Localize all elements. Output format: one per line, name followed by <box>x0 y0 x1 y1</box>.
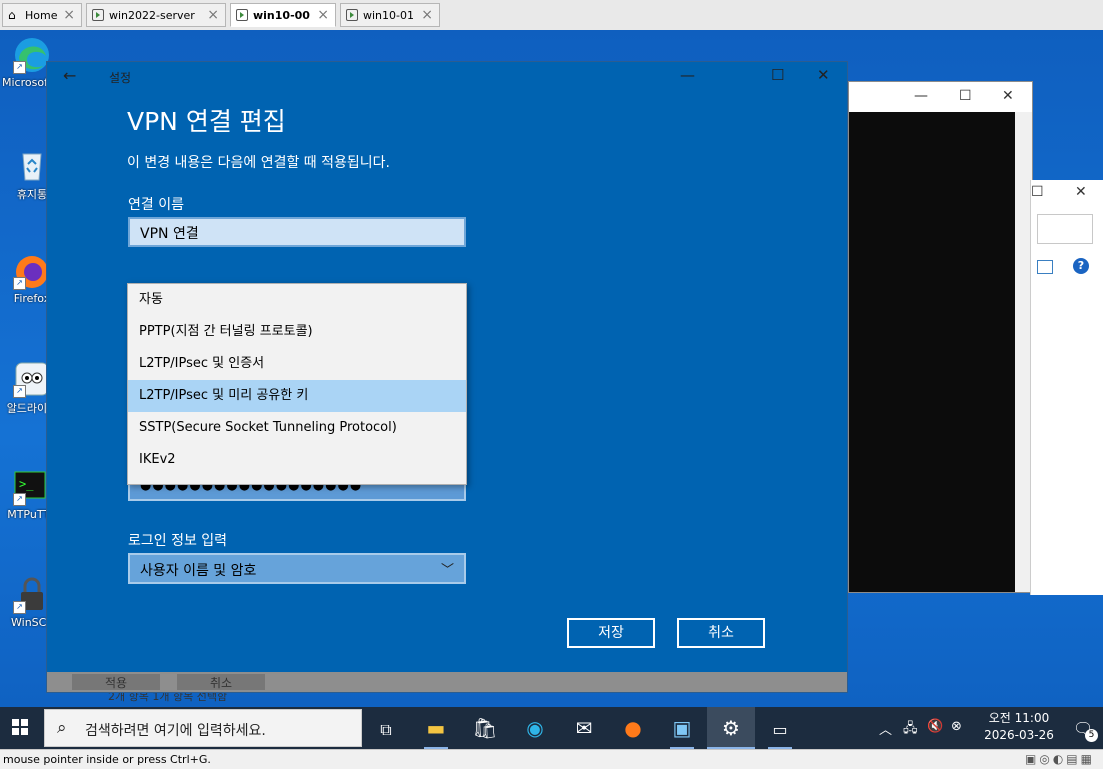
maximize-icon[interactable]: ☐ <box>771 66 784 84</box>
console-output <box>849 112 1015 592</box>
start-button[interactable] <box>12 719 28 735</box>
settings-titlebar: ← 설정 — ☐ ✕ <box>47 62 847 92</box>
signin-info-select[interactable]: 사용자 이름 및 암호 ﹀ <box>128 553 466 584</box>
svg-text:>_: >_ <box>19 477 34 491</box>
taskbar-firefox[interactable]: ● <box>609 707 657 749</box>
taskbar-network-app[interactable]: ▣ <box>658 707 706 749</box>
vm-icon <box>92 9 104 21</box>
close-icon[interactable]: × <box>421 7 433 23</box>
search-icon: ⌕ <box>57 718 67 738</box>
maximize-icon[interactable]: ☐ <box>1031 184 1044 200</box>
taskbar-edge[interactable]: ◉ <box>511 707 559 749</box>
firefox-icon: ● <box>624 716 642 740</box>
mail-icon: ✉ <box>575 716 593 740</box>
background-explorer-window[interactable]: ☐ ✕ ? <box>1030 180 1103 595</box>
close-icon[interactable]: × <box>63 7 75 23</box>
close-icon[interactable]: × <box>207 7 219 23</box>
vm-icon <box>236 9 248 21</box>
status-message: mouse pointer inside or press Ctrl+G. <box>3 753 211 766</box>
folder-icon: ▬ <box>426 716 446 740</box>
task-view-button[interactable]: ⧉ <box>362 707 410 749</box>
taskbar: ⌕ 검색하려면 여기에 입력하세요. ⧉ ▬ 🛍 ◉ ✉ ● ▣ ⚙ ▭ ︿ 🖧… <box>0 707 1103 749</box>
save-button[interactable]: 저장 <box>567 618 655 648</box>
tab-label: win10-00 <box>253 8 310 22</box>
window-title: 설정 <box>109 71 132 85</box>
window-titlebar: — ☐ ✕ <box>849 82 1032 112</box>
close-icon[interactable]: × <box>317 7 329 23</box>
maximize-icon[interactable]: ☐ <box>959 88 972 104</box>
minimize-icon[interactable]: — <box>680 66 695 84</box>
tab-label: win2022-server <box>109 8 195 22</box>
background-console-window[interactable]: — ☐ ✕ <box>848 81 1033 593</box>
connection-name-input[interactable]: VPN 연결 <box>128 217 466 247</box>
search-placeholder: 검색하려면 여기에 입력하세요. <box>85 723 266 739</box>
chevron-up-icon[interactable]: ︿ <box>879 719 892 738</box>
gear-icon: ⚙ <box>722 716 740 740</box>
tab-win2022-server[interactable]: win2022-server × <box>86 3 226 27</box>
edge-icon: ◉ <box>526 716 544 740</box>
network-app-icon: ▣ <box>672 716 692 740</box>
tab-label: win10-01 <box>363 8 414 22</box>
notification-count-badge: 5 <box>1085 729 1098 742</box>
back-arrow-icon[interactable]: ← <box>63 66 76 85</box>
home-icon: ⌂ <box>8 8 16 22</box>
vpn-type-option-l2tp-cert[interactable]: L2TP/IPsec 및 인증서 <box>128 348 466 380</box>
page-subtitle: 이 변경 내용은 다음에 연결할 때 적용됩니다. <box>127 155 390 171</box>
volume-muted-icon[interactable]: 🔇 <box>927 719 943 734</box>
clock-time: 오전 11:00 <box>988 711 1050 725</box>
vpn-type-dropdown-list[interactable]: 자동 PPTP(지점 간 터널링 프로토콜) L2TP/IPsec 및 인증서 … <box>127 283 467 485</box>
vpn-type-option-pptp[interactable]: PPTP(지점 간 터널링 프로토콜) <box>128 316 466 348</box>
clock[interactable]: 오전 11:00 2026-03-26 <box>979 710 1059 744</box>
help-icon[interactable]: ? <box>1073 258 1089 274</box>
status-device-icons[interactable]: ▣◎◐▤▦ <box>1025 752 1095 766</box>
clock-date: 2026-03-26 <box>984 728 1054 742</box>
address-field[interactable] <box>1037 214 1093 244</box>
minimize-icon[interactable]: — <box>914 88 928 104</box>
bg-cancel-button[interactable]: 취소 <box>177 674 265 690</box>
taskbar-terminal[interactable]: ▭ <box>756 707 804 749</box>
taskbar-store[interactable]: 🛍 <box>461 707 509 749</box>
system-tray: ︿ 🖧 🔇 ⊗ 오전 11:00 2026-03-26 🗨 5 <box>873 707 1103 749</box>
vpn-type-option-auto[interactable]: 자동 <box>128 284 466 316</box>
signin-info-label: 로그인 정보 입력 <box>128 533 228 549</box>
vpn-type-option-sstp[interactable]: SSTP(Secure Socket Tunneling Protocol) <box>128 412 466 444</box>
cancel-button[interactable]: 취소 <box>677 618 765 648</box>
terminal-icon: ▭ <box>772 720 788 739</box>
taskbar-mail[interactable]: ✉ <box>560 707 608 749</box>
signin-info-value: 사용자 이름 및 암호 <box>140 563 257 579</box>
page-title: VPN 연결 편집 <box>127 107 286 136</box>
close-icon[interactable]: ✕ <box>1075 184 1087 200</box>
taskbar-explorer[interactable]: ▬ <box>412 707 460 749</box>
tab-label: Home <box>25 8 58 22</box>
taskbar-search-box[interactable]: ⌕ 검색하려면 여기에 입력하세요. <box>44 709 362 747</box>
connection-name-label: 연결 이름 <box>128 197 184 213</box>
tab-home[interactable]: ⌂ Home × <box>2 3 82 27</box>
network-icon[interactable]: 🖧 <box>903 719 918 741</box>
taskbar-settings[interactable]: ⚙ <box>707 707 755 749</box>
vm-status-bar: mouse pointer inside or press Ctrl+G. ▣◎… <box>0 749 1103 769</box>
vpn-type-option-ikev2[interactable]: IKEv2 <box>128 444 466 476</box>
settings-bottom-strip: 적용 취소 <box>47 672 847 692</box>
tab-win10-01[interactable]: win10-01 × <box>340 3 440 27</box>
vm-icon <box>346 9 358 21</box>
view-toggle-icon[interactable] <box>1037 260 1053 274</box>
close-icon[interactable]: ✕ <box>817 66 830 84</box>
chevron-down-icon: ﹀ <box>440 563 454 578</box>
alert-icon[interactable]: ⊗ <box>951 719 962 734</box>
task-view-icon: ⧉ <box>380 720 392 739</box>
tab-win10-00[interactable]: win10-00 × <box>230 3 336 27</box>
vpn-type-option-l2tp-psk[interactable]: L2TP/IPsec 및 미리 공유한 키 <box>128 380 466 412</box>
close-icon[interactable]: ✕ <box>1002 88 1014 104</box>
host-tab-bar: ⌂ Home × win2022-server × win10-00 × win… <box>0 0 1103 31</box>
bg-apply-button[interactable]: 적용 <box>72 674 160 690</box>
store-icon: 🛍 <box>472 716 498 740</box>
